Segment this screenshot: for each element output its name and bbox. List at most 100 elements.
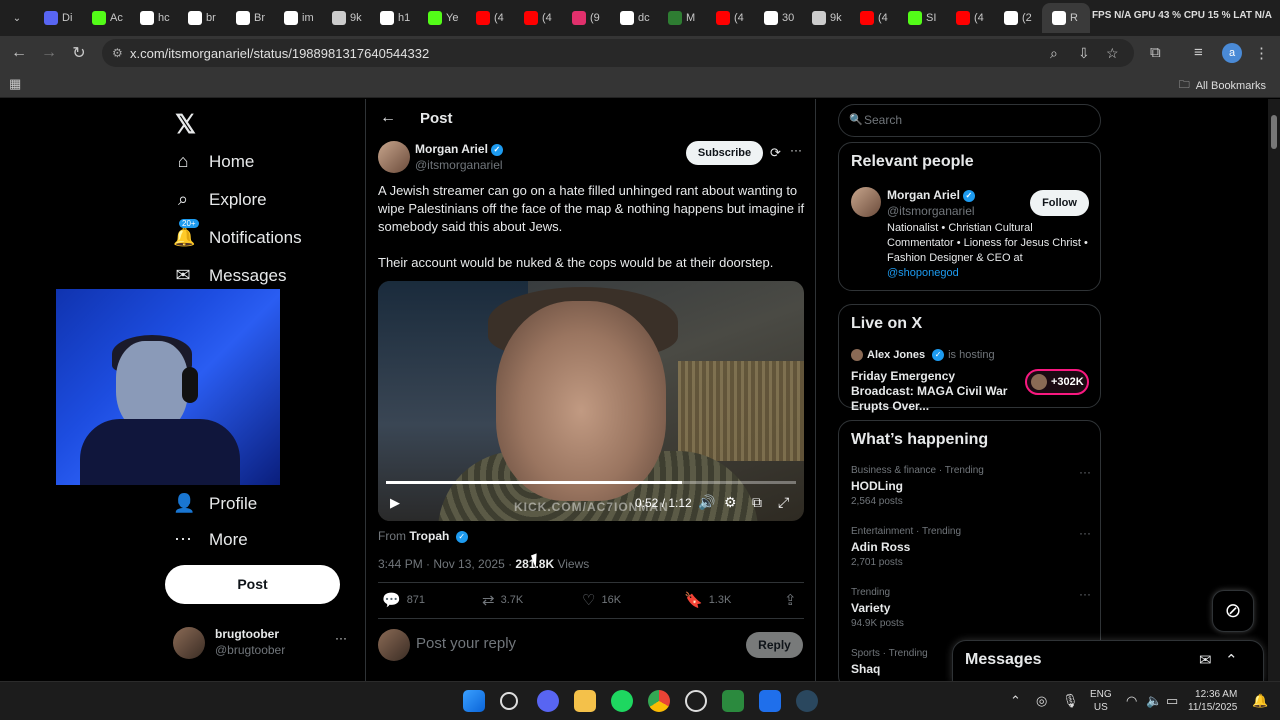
account-more-icon[interactable]: ··· <box>335 631 347 645</box>
person-name[interactable]: Morgan Ariel ✓ <box>887 188 975 202</box>
reload-button[interactable]: ↻ <box>64 38 94 68</box>
tray-app-icon[interactable]: ◎ <box>1036 693 1047 709</box>
trend-item[interactable]: Trending Variety 94.9K posts ··· <box>851 587 1091 629</box>
reply-input[interactable]: Post your reply <box>416 635 516 652</box>
extensions-icon[interactable]: ⧉ <box>1150 44 1161 61</box>
picture-in-picture-icon[interactable]: ⧉ <box>752 494 762 511</box>
chrome-icon[interactable] <box>648 690 670 712</box>
notification-bell-icon[interactable]: 🔔 <box>1252 693 1268 709</box>
site-info-icon[interactable]: ⚙ <box>112 46 123 60</box>
browser-tab[interactable]: hc <box>130 3 178 33</box>
live-stream-title[interactable]: Friday Emergency Broadcast: MAGA Civil W… <box>851 369 1021 414</box>
browser-tab[interactable]: (4 <box>466 3 514 33</box>
expand-icon[interactable]: ⌃ <box>1225 651 1238 669</box>
menu-icon[interactable]: ⋮ <box>1254 44 1269 62</box>
bio-link[interactable]: @shoponegod <box>887 267 959 279</box>
install-app-icon[interactable]: ⇩ <box>1078 45 1090 62</box>
like-action[interactable]: ♡ 16K <box>582 591 621 609</box>
tab-search-dropdown[interactable]: ⌄ <box>0 3 34 33</box>
page-scrollbar[interactable] <box>1268 99 1280 681</box>
address-bar[interactable]: ⚙ x.com/itsmorganariel/status/1988981317… <box>102 39 1134 67</box>
bookmark-star-icon[interactable]: ☆ <box>1106 45 1119 62</box>
browser-tab[interactable]: im <box>274 3 322 33</box>
browser-tab[interactable]: SI <box>898 3 946 33</box>
speaker-icon[interactable]: 🔈 <box>1146 693 1162 709</box>
media-icon[interactable]: ≡ <box>1194 44 1203 61</box>
nav-item-explore[interactable]: ⌕ Explore <box>173 189 267 210</box>
post-button[interactable]: Post <box>165 565 340 604</box>
battery-icon[interactable]: ▭ <box>1166 693 1178 709</box>
discord-icon[interactable] <box>537 690 559 712</box>
author-avatar[interactable] <box>378 141 410 173</box>
play-icon[interactable]: ▶ <box>390 495 400 511</box>
language-indicator[interactable]: ENG US <box>1090 688 1112 714</box>
app-icon[interactable] <box>759 690 781 712</box>
browser-tab[interactable]: (4 <box>946 3 994 33</box>
subscribe-button[interactable]: Subscribe <box>686 141 763 165</box>
browser-tab[interactable]: (2 <box>994 3 1042 33</box>
steam-icon[interactable] <box>796 690 818 712</box>
nav-item-more[interactable]: ⋯ More <box>173 529 248 550</box>
live-host[interactable]: Alex Jones ✓ is hosting <box>851 349 995 361</box>
settings-gear-icon[interactable]: ⚙ <box>724 494 737 511</box>
all-bookmarks-button[interactable]: 🗀 All Bookmarks <box>1179 76 1266 95</box>
follow-button[interactable]: Follow <box>1030 190 1089 216</box>
video-progress-bar[interactable] <box>386 481 796 484</box>
obs-icon[interactable] <box>685 690 707 712</box>
new-message-icon[interactable]: ✉ <box>1199 651 1212 669</box>
microphone-icon[interactable]: 🎙 <box>1062 693 1079 709</box>
trend-item[interactable]: Business & finance · Trending HODLing 2,56… <box>851 465 1091 507</box>
apps-grid-icon[interactable]: ▦ <box>9 76 21 92</box>
forward-button[interactable]: → <box>34 38 64 68</box>
nav-item-notifications[interactable]: 🔔 20+ Notifications <box>173 219 302 248</box>
browser-tab[interactable]: 9k <box>322 3 370 33</box>
browser-tab[interactable]: R <box>1042 3 1090 33</box>
file-explorer-icon[interactable] <box>574 690 596 712</box>
clock[interactable]: 12:36 AM 11/15/2025 <box>1188 688 1237 714</box>
trend-more-icon[interactable]: ··· <box>1079 587 1091 601</box>
browser-tab[interactable]: br <box>178 3 226 33</box>
browser-profile-avatar[interactable]: a <box>1222 43 1242 63</box>
browser-tab[interactable]: h1 <box>370 3 418 33</box>
browser-tab[interactable]: (4 <box>514 3 562 33</box>
wifi-icon[interactable]: ◠ <box>1126 693 1137 709</box>
browser-tab[interactable]: dc <box>610 3 658 33</box>
browser-tab[interactable]: Ac <box>82 3 130 33</box>
trend-more-icon[interactable]: ··· <box>1079 465 1091 479</box>
more-options-icon[interactable]: ··· <box>790 143 802 157</box>
browser-tab[interactable]: Br <box>226 3 274 33</box>
volume-icon[interactable]: 🔊 <box>698 494 715 511</box>
browser-tab[interactable]: 9k <box>802 3 850 33</box>
back-arrow-icon[interactable]: ← <box>380 109 396 127</box>
grok-icon[interactable]: ⟳ <box>770 145 781 161</box>
browser-tab[interactable]: (9 <box>562 3 610 33</box>
spotify-icon[interactable] <box>611 690 633 712</box>
reply-button[interactable]: Reply <box>746 632 803 658</box>
trend-more-icon[interactable]: ··· <box>1079 526 1091 540</box>
browser-tab[interactable]: Di <box>34 3 82 33</box>
messages-drawer[interactable]: Messages ✉ ⌃ <box>952 640 1264 681</box>
back-button[interactable]: ← <box>4 38 34 68</box>
nav-item-messages[interactable]: ✉ Messages <box>173 265 286 286</box>
live-listener-count[interactable]: +302K <box>1025 369 1089 395</box>
person-handle[interactable]: @itsmorganariel <box>887 204 975 218</box>
author-handle[interactable]: @itsmorganariel <box>415 158 503 172</box>
search-icon[interactable] <box>500 692 518 710</box>
browser-tab[interactable]: (4 <box>850 3 898 33</box>
author-name[interactable]: Morgan Ariel ✓ <box>415 142 503 156</box>
share-action[interactable]: ⇪ <box>784 591 797 609</box>
account-switcher[interactable]: brugtoober @brugtoober ··· <box>173 627 347 659</box>
reply-action[interactable]: 💬 871 <box>382 591 425 609</box>
avatar[interactable] <box>851 187 881 217</box>
repost-action[interactable]: ⇄ 3.7K <box>482 591 523 609</box>
source-name[interactable]: Tropah <box>409 529 449 543</box>
fullscreen-icon[interactable]: ⤢ <box>778 494 789 511</box>
grok-button[interactable]: ⊘ <box>1212 590 1254 632</box>
bookmark-action[interactable]: 🔖 1.3K <box>684 591 731 609</box>
video-player[interactable]: KICK.COM/AC7IONMAN ▶ 0:52 / 1:12 🔊 ⚙ ⧉ ⤢ <box>378 281 804 521</box>
browser-tab[interactable]: Ye <box>418 3 466 33</box>
browser-tab[interactable]: (4 <box>706 3 754 33</box>
trend-item[interactable]: Entertainment · Trending Adin Ross 2,701 p… <box>851 526 1091 568</box>
search-input[interactable]: 🔍 Search <box>838 104 1101 137</box>
zoom-icon[interactable]: ⌕ <box>1050 45 1058 62</box>
